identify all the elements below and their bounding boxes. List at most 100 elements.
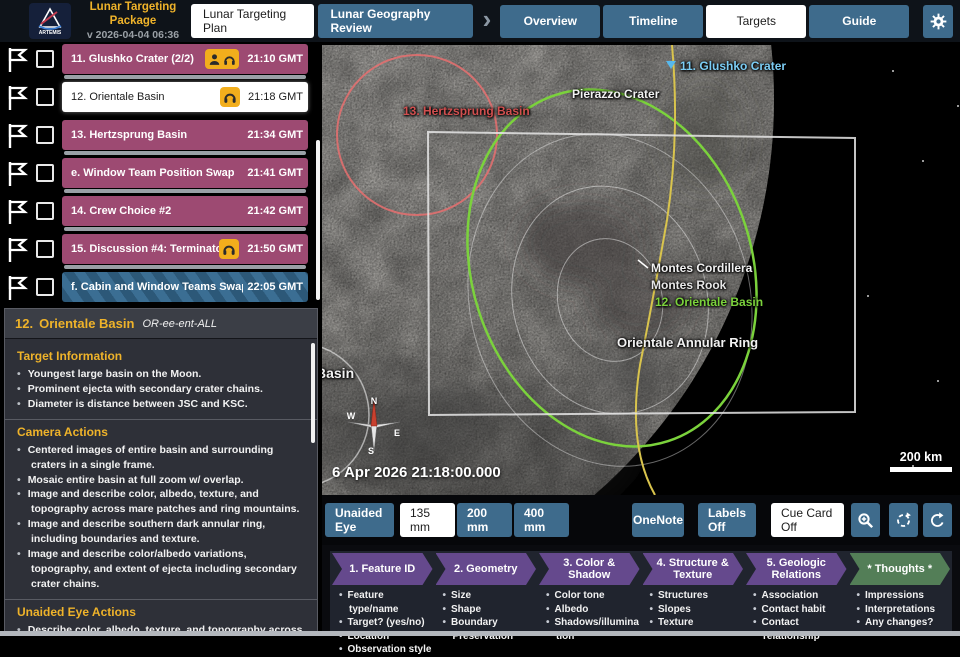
target-details-header: 12. Orientale Basin OR-ee-ent-ALL (5, 309, 317, 339)
list-item: Prominent ejecta with secondary crater c… (17, 382, 303, 397)
star (892, 70, 894, 72)
cue-step-thoughts[interactable]: * Thoughts * (850, 553, 951, 585)
timeline-item-crew-choice[interactable]: 14. Crew Choice #2 21:42 GMT (62, 196, 308, 226)
timeline-item-window-swap[interactable]: e. Window Team Position Swap 21:41 GMT (62, 158, 308, 188)
cue-column-structure-texture: Structures Slopes Texture (643, 589, 744, 657)
star (922, 160, 924, 162)
timeline-row: 14. Crew Choice #2 21:42 GMT (0, 196, 322, 234)
timeline-item-discussion[interactable]: 15. Discussion #4: Terminator 21:50 GMT (62, 234, 308, 264)
flag-icon[interactable] (6, 122, 30, 150)
zoom-in-icon[interactable] (851, 503, 880, 537)
timeline-item-glushko[interactable]: 11. Glushko Crater (2/2) 21:10 GMT (62, 44, 308, 74)
unaided-eye-button[interactable]: Unaided Eye (325, 503, 394, 537)
list-scrollbar[interactable] (316, 140, 320, 300)
onenote-button[interactable]: OneNote (632, 503, 684, 537)
cue-step-feature-id[interactable]: 1. Feature ID (332, 553, 433, 585)
checkbox[interactable] (36, 126, 54, 144)
crew-icon (208, 53, 221, 66)
lunar-map-view[interactable]: 11. Glushko Crater Pierazzo Crater 13. H… (322, 45, 960, 495)
cue-item: Color tone (546, 589, 640, 603)
checkbox[interactable] (36, 164, 54, 182)
target-pronunciation: OR-ee-ent-ALL (142, 318, 217, 330)
tab-lunar-targeting-plan[interactable]: Lunar Targeting Plan (191, 4, 314, 38)
audio-badge (220, 87, 240, 107)
cordillera-pointer (638, 260, 648, 268)
cue-item: Boundary Preservation (443, 616, 537, 643)
timeline-item-title: 12. Orientale Basin (71, 91, 220, 103)
label-montes-cordillera: Montes Cordillera (651, 261, 752, 275)
label-hertzsprung-basin: 13. Hertzsprung Basin (403, 104, 530, 118)
cue-item: Target? (yes/no) (339, 616, 433, 630)
timeline-item-time: 21:42 GMT (247, 205, 303, 217)
timeline-list[interactable]: 11. Glushko Crater (2/2) 21:10 GMT 12. O… (0, 42, 322, 305)
cue-step-geologic-relations[interactable]: 5. Geologic Relations (746, 553, 847, 585)
lens-200mm-button[interactable]: 200 mm (457, 503, 512, 537)
tab-targets[interactable]: Targets (706, 5, 806, 38)
labels-off-button[interactable]: Labels Off (698, 503, 756, 537)
checkbox[interactable] (36, 50, 54, 68)
cue-card-off-button[interactable]: Cue Card Off (771, 503, 844, 537)
checkbox[interactable] (36, 202, 54, 220)
list-item: Image and describe southern dark annular… (17, 517, 303, 547)
list-item: Image and describe color/albedo variatio… (17, 547, 303, 592)
target-number: 12. (15, 316, 33, 331)
details-scrollbar[interactable] (311, 343, 315, 443)
tab-guide[interactable]: Guide (809, 5, 909, 38)
tab-overview[interactable]: Overview (500, 5, 600, 38)
cue-card-panel: 1. Feature ID 2. Geometry 3. Color & Sha… (322, 545, 960, 634)
flag-icon[interactable] (6, 236, 30, 264)
audio-badge (219, 239, 239, 259)
cue-step-geometry[interactable]: 2. Geometry (436, 553, 537, 585)
progress-strip (64, 189, 306, 193)
tab-timeline[interactable]: Timeline (603, 5, 703, 38)
progress-strip (64, 265, 306, 269)
cue-step-structure-texture[interactable]: 4. Structure & Texture (643, 553, 744, 585)
gear-icon[interactable] (923, 5, 953, 38)
checkbox[interactable] (36, 240, 54, 258)
cue-item: Feature type/name (339, 589, 433, 616)
camera-actions-list: Centered images of entire basin and surr… (17, 443, 303, 592)
star (937, 380, 939, 382)
flag-icon[interactable] (6, 84, 30, 112)
compass-w: W (347, 411, 356, 421)
flag-icon[interactable] (6, 46, 30, 74)
list-item: Mosaic entire basin at full zoom w/ over… (17, 473, 303, 488)
timeline-item-time: 21:10 GMT (247, 53, 303, 65)
lens-135mm-button[interactable]: 135 mm (400, 503, 455, 537)
map-toolbar: Unaided Eye 135 mm 200 mm 400 mm OneNote… (322, 495, 960, 545)
timeline-item-title: e. Window Team Position Swap (71, 167, 243, 179)
section-heading-camera-actions: Camera Actions (17, 425, 303, 439)
refresh-icon[interactable] (889, 503, 918, 537)
compass-n: N (371, 396, 378, 406)
checkbox[interactable] (36, 278, 54, 296)
cue-step-color-shadow[interactable]: 3. Color & Shadow (539, 553, 640, 585)
divider (5, 419, 317, 420)
timeline-row: 11. Glushko Crater (2/2) 21:10 GMT (0, 44, 322, 82)
timeline-item-cabin-swap[interactable]: f. Cabin and Window Teams Swap 22:05 GMT (62, 272, 308, 302)
cue-item: Size (443, 589, 537, 603)
label-glushko-crater: 11. Glushko Crater (680, 59, 786, 73)
star (957, 105, 959, 107)
headphones-icon (222, 242, 236, 256)
list-item: Image and describe color, albedo, textur… (17, 487, 303, 517)
target-details-panel: 12. Orientale Basin OR-ee-ent-ALL Target… (4, 308, 318, 634)
compass-rose-icon: N W E S (346, 395, 402, 460)
progress-strip (64, 151, 306, 155)
flag-icon[interactable] (6, 274, 30, 302)
tab-lunar-geography-review[interactable]: Lunar Geography Review (318, 4, 472, 38)
flag-icon[interactable] (6, 198, 30, 226)
timeline-item-time: 21:41 GMT (247, 167, 303, 179)
checkbox[interactable] (36, 88, 54, 106)
lens-400mm-button[interactable]: 400 mm (514, 503, 569, 537)
scale-bar (890, 467, 952, 472)
headphones-icon (223, 53, 236, 66)
chevron-right-icon[interactable]: › (483, 4, 492, 35)
timeline-item-title: 13. Hertzsprung Basin (71, 129, 243, 141)
target-details-body: Target Information Youngest large basin … (5, 339, 317, 634)
audio-crew-badge (205, 49, 239, 69)
timeline-item-orientale-selected[interactable]: 12. Orientale Basin 21:18 GMT (62, 82, 308, 112)
flag-icon[interactable] (6, 160, 30, 188)
list-item: Youngest large basin on the Moon. (17, 367, 303, 382)
reset-view-icon[interactable] (923, 503, 952, 537)
timeline-item-hertzsprung[interactable]: 13. Hertzsprung Basin 21:34 GMT (62, 120, 308, 150)
